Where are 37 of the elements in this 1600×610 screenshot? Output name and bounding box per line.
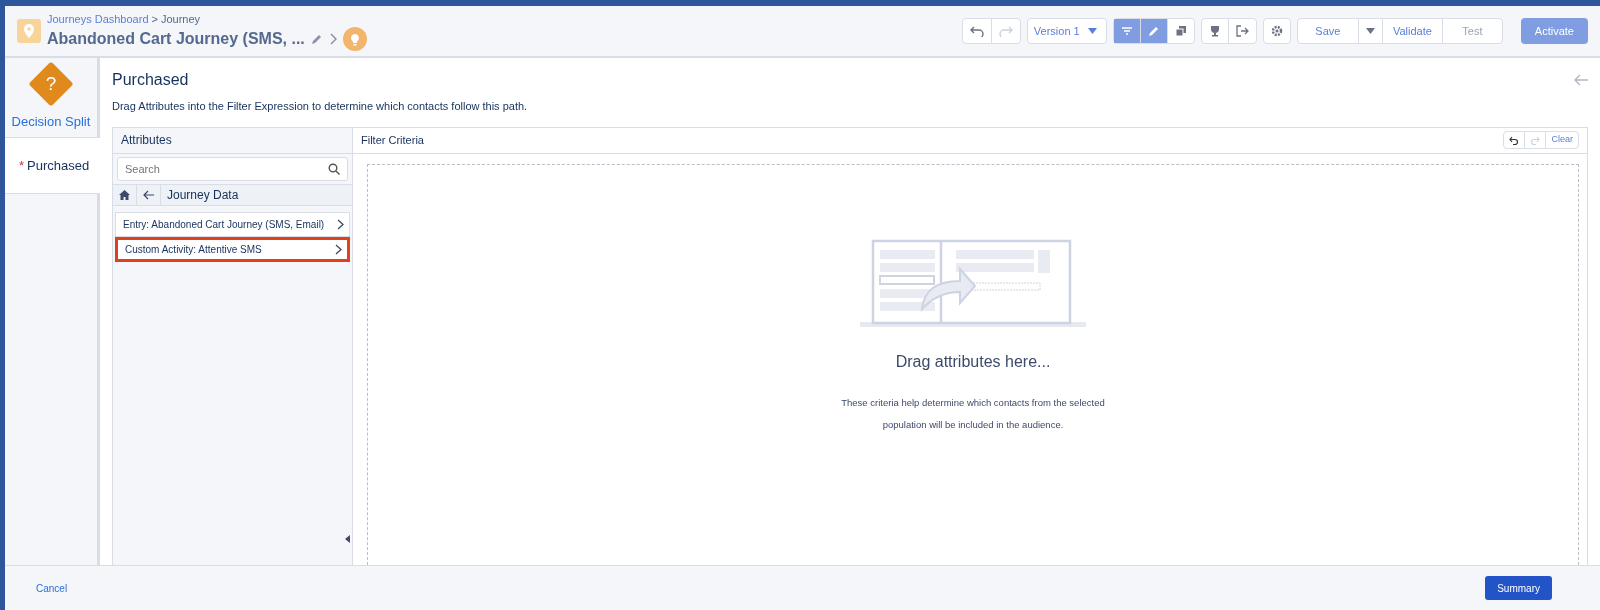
back-arrow-icon[interactable] (1574, 74, 1588, 86)
cancel-link[interactable]: Cancel (36, 580, 68, 596)
toolbar-button[interactable]: Save (1297, 19, 1358, 43)
chevron-right-icon (335, 243, 342, 255)
lightbulb-icon[interactable] (342, 27, 367, 52)
filter-icon[interactable] (1113, 19, 1140, 43)
filter-title: Filter Criteria (361, 132, 424, 148)
panel-title: Purchased (112, 70, 189, 90)
activate-button[interactable]: Activate (1520, 18, 1588, 44)
required-marker: * (19, 156, 25, 175)
attributes-title: Attributes (113, 127, 352, 154)
panel-description: Drag Attributes into the Filter Expression to determine which contacts follow this path. (112, 99, 529, 114)
breadcrumb-current: Journey (160, 11, 201, 27)
caret-down-icon (1087, 28, 1097, 34)
path-label: Journey Data (160, 184, 245, 205)
version-dropdown[interactable]: Version 1 (1026, 18, 1107, 44)
activity-label: Decision Split (11, 112, 91, 131)
search-icon (328, 162, 340, 175)
attribute-item[interactable]: Custom Activity: Attentive SMS (115, 236, 350, 262)
chevron-right-icon (337, 218, 344, 230)
journey-title: Abandoned Cart Journey (SMS, ... (47, 29, 305, 50)
toolbar-button: Test (1441, 19, 1502, 43)
breadcrumb-separator: > (151, 11, 158, 27)
journey-app-icon (17, 19, 41, 43)
summary-button[interactable]: Summary (1485, 576, 1552, 600)
edit-icon[interactable] (310, 33, 323, 46)
attribute-item[interactable]: Entry: Abandoned Cart Journey (SMS, Email) (115, 211, 350, 237)
chevron-right-icon[interactable] (328, 33, 337, 46)
decision-split-icon: ? (28, 60, 74, 107)
breadcrumb-link[interactable]: Journeys Dashboard (47, 10, 149, 28)
empty-state-title: Drag attributes here... (895, 351, 1051, 372)
path-tab[interactable]: * Purchased (5, 138, 100, 194)
edit-icon[interactable] (1139, 19, 1167, 43)
toolbar-button[interactable]: Validate (1381, 19, 1442, 43)
empty-state-text: These criteria help determine which contacts from the selected population will be included in the audience. (840, 395, 1106, 432)
collapse-icon[interactable] (345, 535, 350, 543)
search-field[interactable]: Search (117, 156, 348, 181)
